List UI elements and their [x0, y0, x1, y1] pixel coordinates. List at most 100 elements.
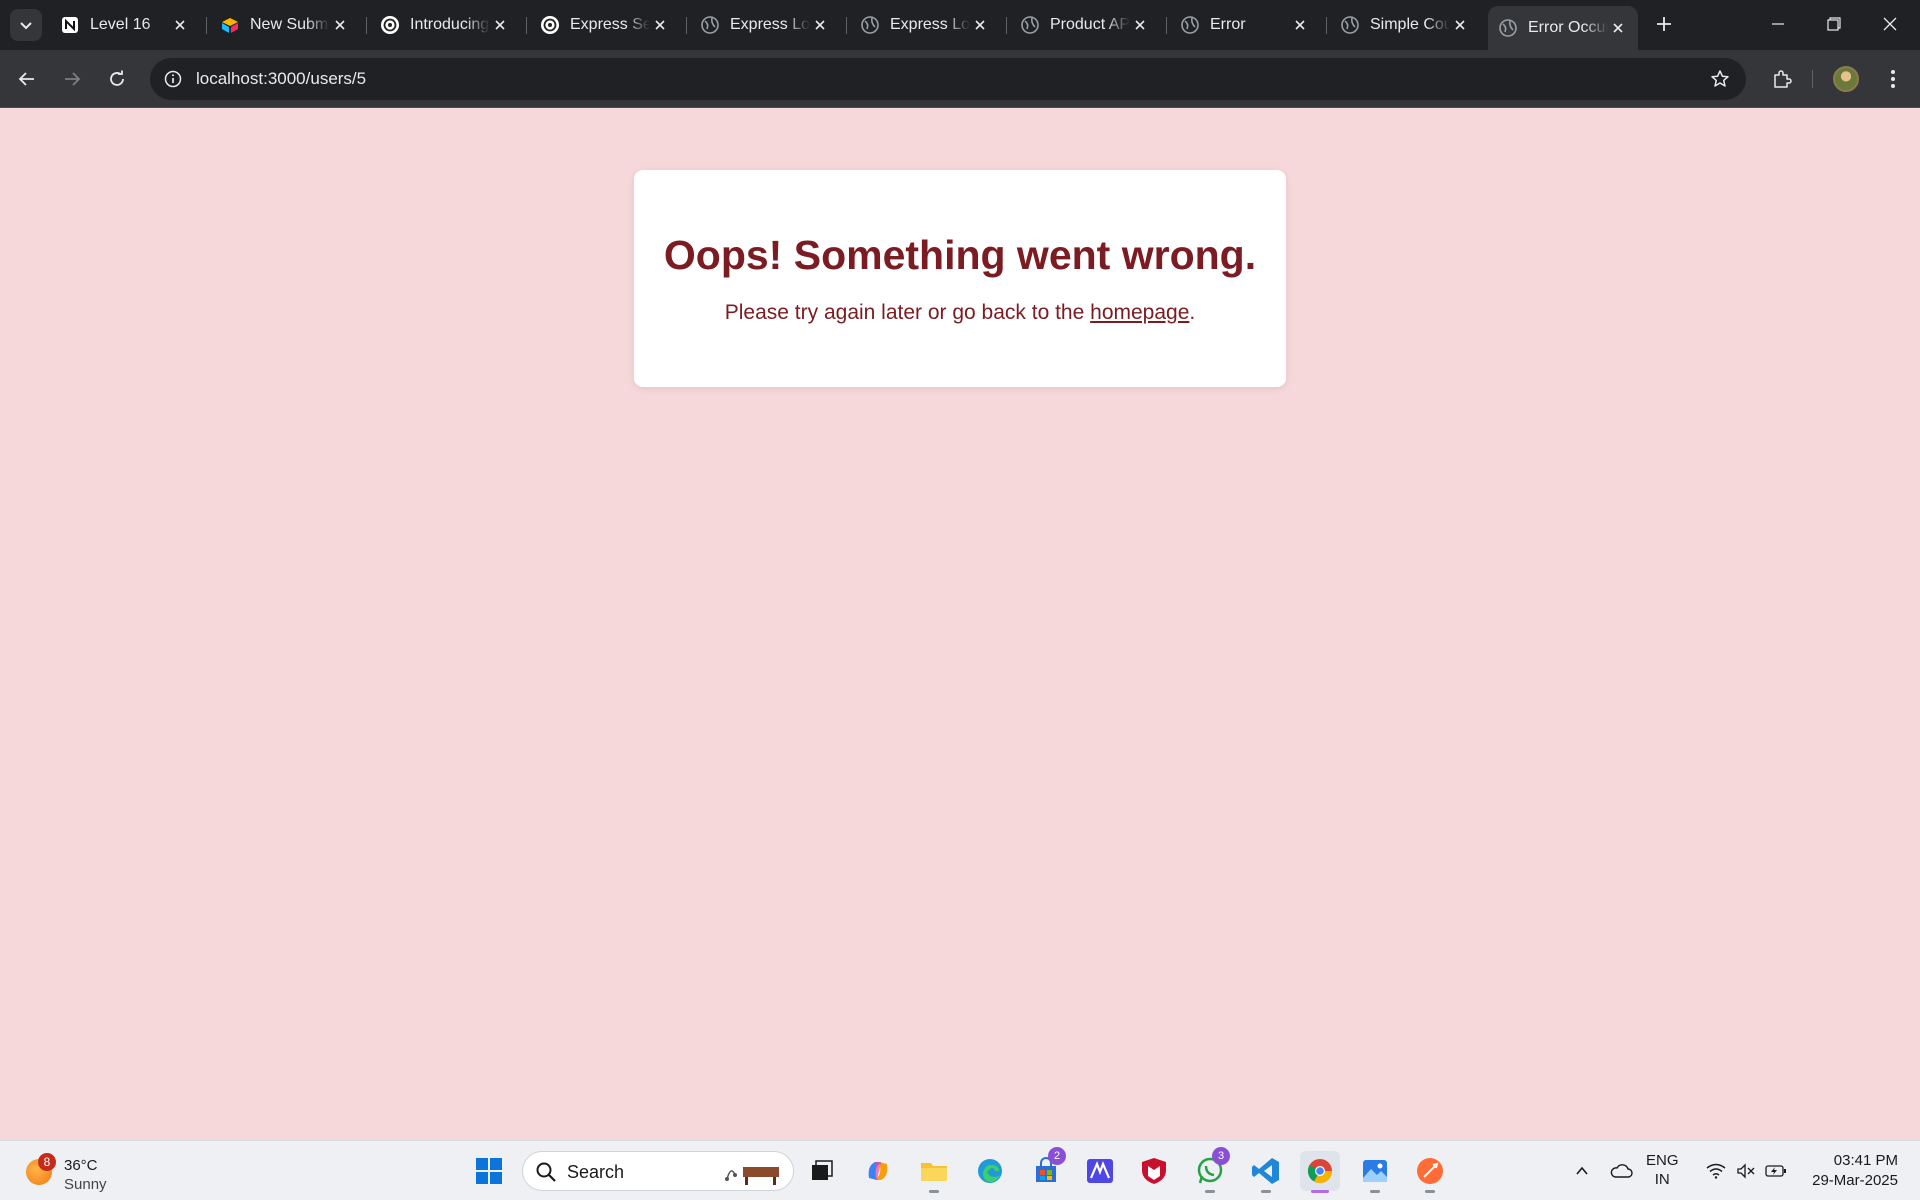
- clock-time: 03:41 PM: [1833, 1152, 1898, 1169]
- photos-icon: [1363, 1160, 1387, 1182]
- store-button[interactable]: 2: [1026, 1147, 1066, 1191]
- puzzle-icon: [1774, 70, 1792, 88]
- copilot-button[interactable]: [858, 1151, 898, 1191]
- tab-error[interactable]: Error: [1170, 8, 1320, 42]
- homepage-link[interactable]: homepage: [1090, 301, 1189, 324]
- error-message-end: .: [1189, 301, 1196, 324]
- tab-label: Introducing: [410, 16, 490, 33]
- forward-button[interactable]: [56, 63, 88, 95]
- site-info-icon[interactable]: [160, 66, 186, 92]
- bookmark-star-icon[interactable]: [1708, 67, 1732, 91]
- close-icon[interactable]: [650, 15, 670, 35]
- notion-icon: [60, 15, 80, 35]
- tab-introducing[interactable]: Introducing: [370, 8, 520, 42]
- tab-product-api[interactable]: Product API: [1010, 8, 1160, 42]
- mcafee-button[interactable]: [1134, 1151, 1174, 1191]
- arrow-right-icon: [65, 72, 81, 86]
- close-icon[interactable]: [490, 15, 510, 35]
- close-icon[interactable]: [1608, 18, 1628, 38]
- openai-icon: [540, 15, 560, 35]
- wifi-button[interactable]: [1704, 1151, 1728, 1191]
- whatsapp-button[interactable]: 3: [1190, 1147, 1230, 1193]
- tab-separator: [686, 17, 687, 34]
- tab-new-submission[interactable]: New Submission: [210, 8, 360, 42]
- menu-button[interactable]: [1877, 63, 1909, 95]
- profile-button[interactable]: [1830, 63, 1862, 95]
- postman-button[interactable]: [1410, 1151, 1450, 1193]
- weather-badge: 8: [38, 1153, 56, 1171]
- battery-charging-icon: [1765, 1165, 1786, 1177]
- tab-separator: [366, 17, 367, 34]
- shield-icon: [1142, 1158, 1166, 1184]
- piano-icon: [725, 1167, 779, 1185]
- error-message-text: Please try again later or go back to the: [724, 301, 1091, 324]
- onedrive-button[interactable]: [1606, 1151, 1636, 1191]
- weather-widget[interactable]: 8 36°C Sunny: [24, 1149, 124, 1193]
- clock[interactable]: 03:41 PM 29-Mar-2025: [1812, 1151, 1898, 1191]
- address-bar[interactable]: localhost:3000/users/5: [150, 58, 1746, 100]
- task-view-button[interactable]: [802, 1151, 842, 1191]
- close-icon[interactable]: [810, 15, 830, 35]
- chrome-button[interactable]: [1300, 1151, 1340, 1193]
- close-icon[interactable]: [170, 15, 190, 35]
- close-icon[interactable]: [970, 15, 990, 35]
- volume-button[interactable]: [1734, 1151, 1758, 1191]
- tab-separator: [1326, 17, 1327, 34]
- tab-label: Error Occurred: [1528, 19, 1608, 36]
- vscode-icon: [1252, 1158, 1279, 1184]
- close-icon[interactable]: [1130, 15, 1150, 35]
- edge-button[interactable]: [970, 1151, 1010, 1191]
- tab-separator: [526, 17, 527, 34]
- app-icon: [1087, 1159, 1113, 1183]
- close-window-button[interactable]: [1862, 0, 1918, 48]
- editor-app-button[interactable]: [1080, 1151, 1120, 1191]
- tab-express-logging[interactable]: Express Logging: [690, 8, 840, 42]
- running-indicator: [1425, 1190, 1435, 1193]
- language-indicator[interactable]: ENG IN: [1646, 1151, 1679, 1189]
- tab-label: Express Logging: [890, 16, 970, 33]
- start-button[interactable]: [469, 1151, 509, 1191]
- close-icon[interactable]: [1450, 15, 1470, 35]
- tab-search-button[interactable]: [10, 9, 42, 41]
- restore-button[interactable]: [1806, 0, 1862, 48]
- file-explorer-button[interactable]: [914, 1151, 954, 1193]
- language-code: ENG: [1646, 1152, 1679, 1169]
- vscode-button[interactable]: [1246, 1151, 1286, 1193]
- arrow-left-icon: [18, 72, 34, 86]
- language-region: IN: [1654, 1171, 1670, 1188]
- restore-icon: [1827, 17, 1841, 31]
- chrome-icon: [1307, 1159, 1332, 1184]
- browser-toolbar: localhost:3000/users/5: [0, 50, 1920, 108]
- tab-label: Error: [1210, 16, 1246, 33]
- error-title: Oops! Something went wrong.: [663, 232, 1257, 278]
- globe-icon: [860, 15, 880, 35]
- taskbar-search[interactable]: Search: [522, 1151, 794, 1191]
- tab-error-occurred[interactable]: Error Occurred: [1488, 6, 1638, 50]
- url-text[interactable]: localhost:3000/users/5: [196, 69, 366, 89]
- tab-express-server[interactable]: Express Server: [530, 8, 680, 42]
- close-icon[interactable]: [330, 15, 350, 35]
- edge-icon: [978, 1159, 1002, 1183]
- new-tab-button[interactable]: [1650, 10, 1678, 38]
- photos-button[interactable]: [1355, 1151, 1395, 1193]
- tab-separator: [846, 17, 847, 34]
- minimize-button[interactable]: [1750, 0, 1806, 48]
- show-hidden-icons-button[interactable]: [1570, 1151, 1594, 1191]
- plus-icon: [1657, 17, 1671, 31]
- battery-button[interactable]: [1764, 1151, 1788, 1191]
- running-indicator: [1261, 1190, 1271, 1193]
- extensions-button[interactable]: [1766, 63, 1798, 95]
- tab-simple-counter[interactable]: Simple Counter: [1330, 8, 1480, 42]
- tab-label: New Submission: [250, 16, 330, 33]
- task-view-icon: [812, 1160, 833, 1180]
- tab-level-16[interactable]: Level 16: [50, 8, 200, 42]
- back-button[interactable]: [11, 63, 43, 95]
- tab-separator: [1166, 17, 1167, 34]
- openai-icon: [380, 15, 400, 35]
- reload-button[interactable]: [101, 63, 133, 95]
- cloud-icon: [1610, 1164, 1633, 1178]
- folder-icon: [921, 1163, 947, 1181]
- tab-express-logging-2[interactable]: Express Logging: [850, 8, 1000, 42]
- copilot-icon: [868, 1162, 888, 1180]
- close-icon[interactable]: [1290, 15, 1310, 35]
